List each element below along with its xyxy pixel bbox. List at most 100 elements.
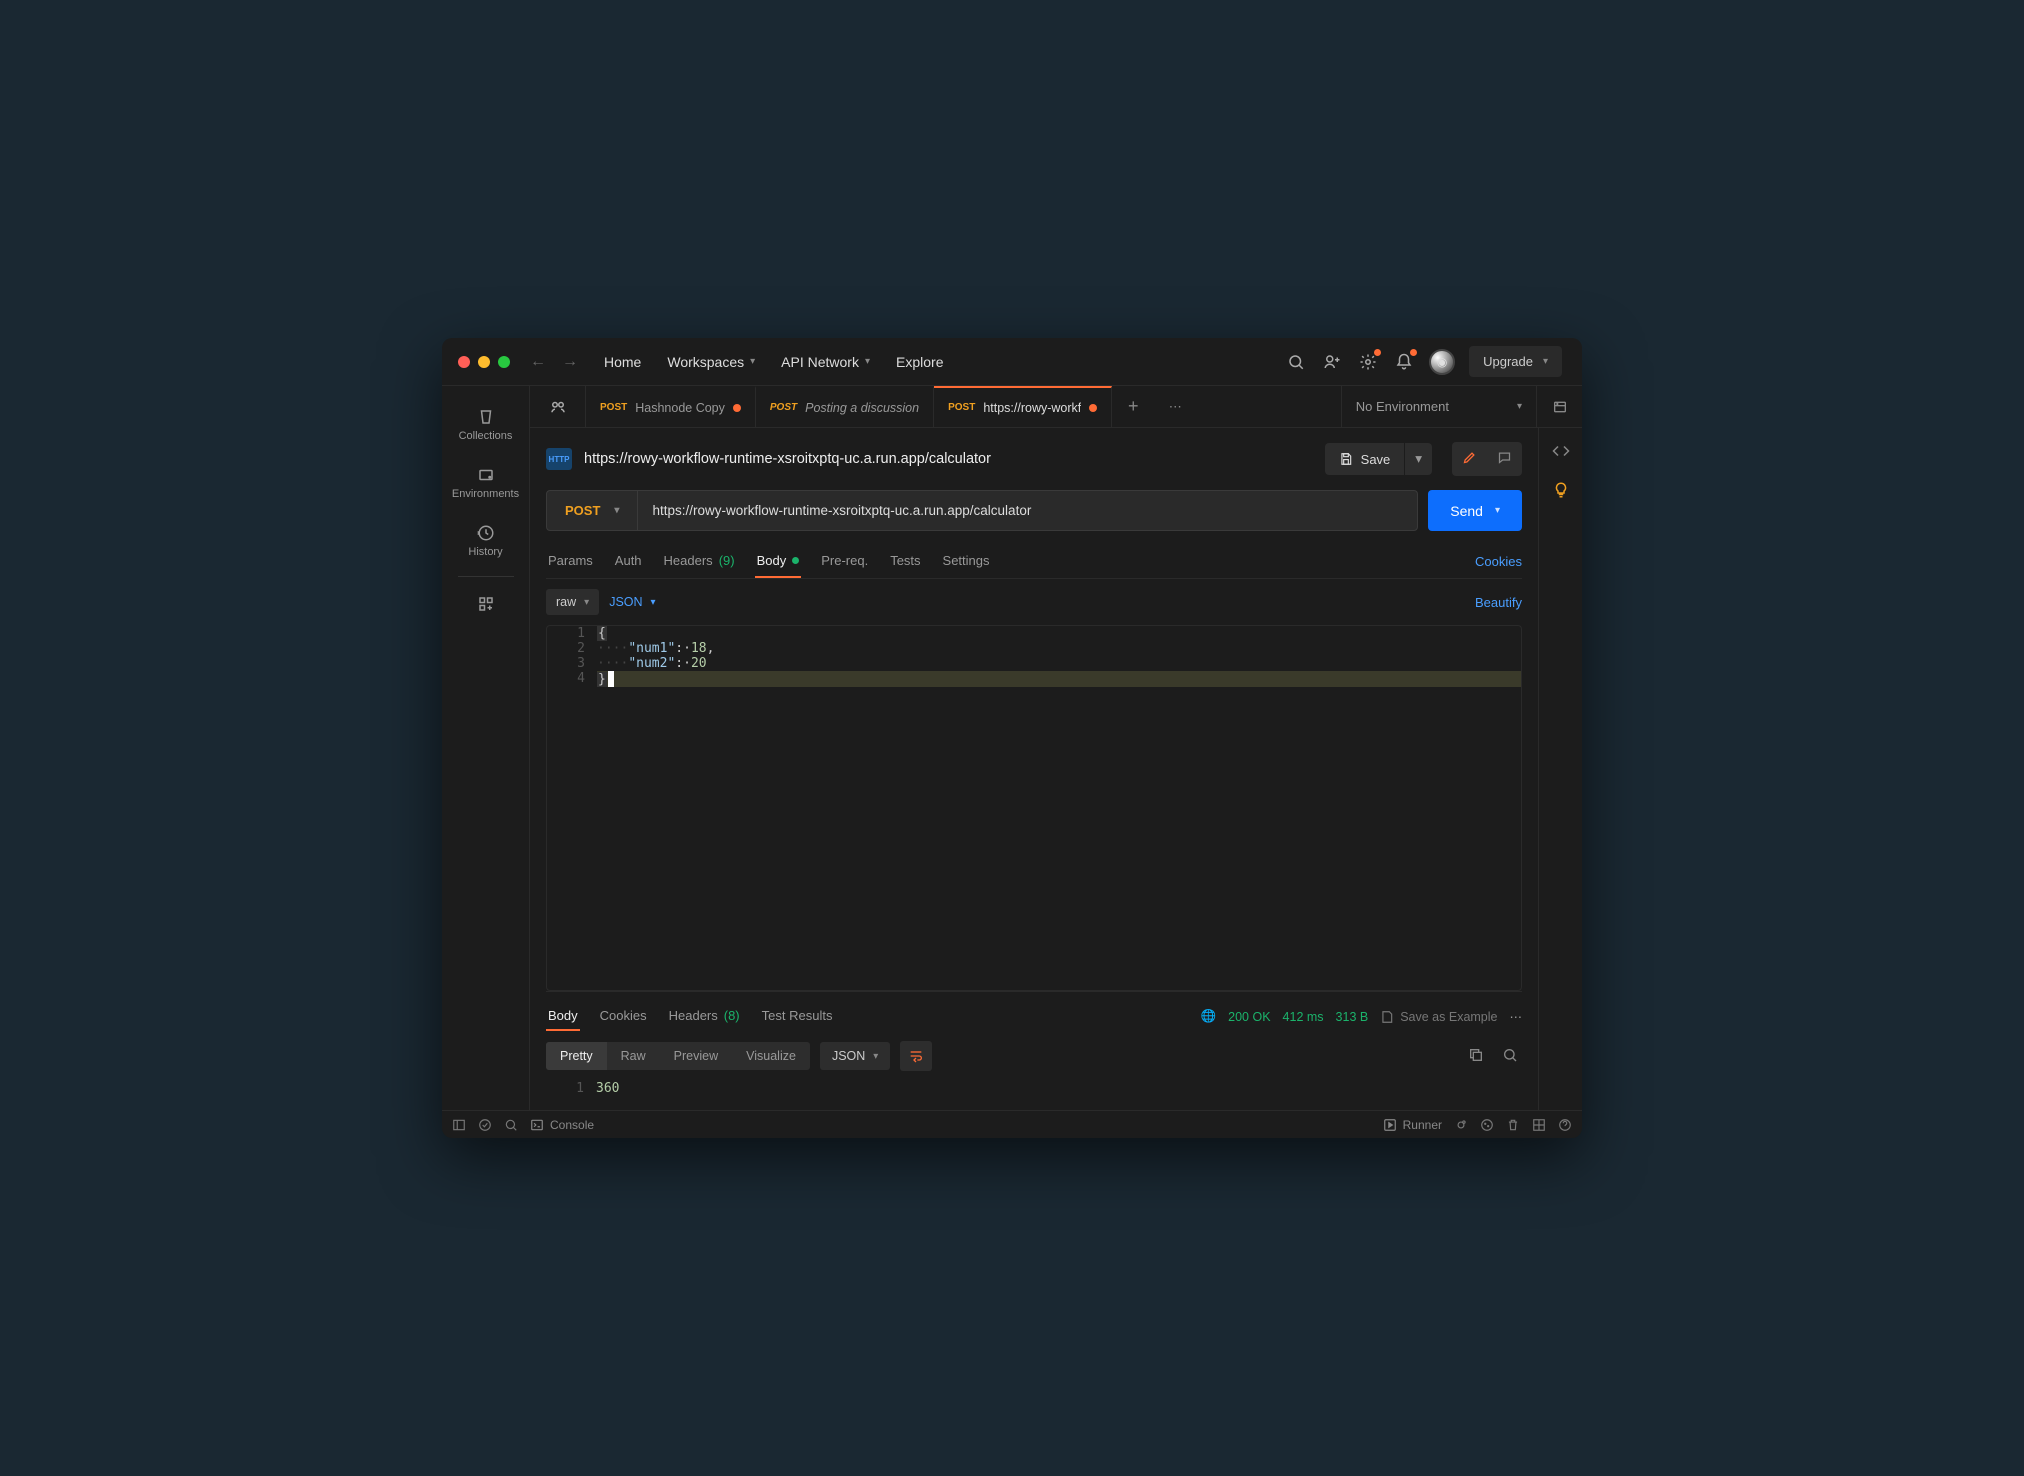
body-indicator	[792, 557, 799, 564]
response-type-label: JSON	[832, 1049, 865, 1063]
resp-tab-headers[interactable]: Headers (8)	[667, 1002, 742, 1031]
console-button[interactable]: Console	[530, 1118, 594, 1132]
tab-params[interactable]: Params	[546, 545, 595, 578]
view-pretty[interactable]: Pretty	[546, 1042, 607, 1070]
view-preview[interactable]: Preview	[660, 1042, 732, 1070]
response-type-select[interactable]: JSON▾	[820, 1042, 890, 1070]
send-button[interactable]: Send▾	[1428, 490, 1522, 531]
minimize-window[interactable]	[478, 356, 490, 368]
nav-menu: Home Workspaces▾ API Network ▾ Explore	[594, 348, 953, 376]
save-example-button[interactable]: Save as Example	[1380, 1010, 1497, 1024]
body-type-row: raw▾ JSON▾ Beautify	[546, 579, 1522, 625]
nav-explore[interactable]: Explore	[886, 348, 953, 376]
nav-workspaces-label: Workspaces	[667, 354, 744, 370]
settings-icon[interactable]	[1357, 351, 1379, 373]
response-body[interactable]: 1360	[546, 1081, 1522, 1096]
main-area: POST Hashnode Copy POST Posting a discus…	[530, 386, 1582, 1110]
workspace-switcher[interactable]	[530, 386, 586, 427]
tab-discussion[interactable]: POST Posting a discussion	[756, 386, 934, 427]
trash-icon[interactable]	[1506, 1118, 1520, 1132]
comment-button[interactable]	[1487, 442, 1522, 476]
copy-response-icon[interactable]	[1464, 1043, 1488, 1070]
sidebar: Collections Environments History	[442, 386, 530, 1110]
tab-prereq[interactable]: Pre-req.	[819, 545, 870, 578]
chevron-down-icon: ▾	[865, 356, 870, 367]
sidebar-collections[interactable]: Collections	[442, 396, 529, 454]
tab-headers[interactable]: Headers (9)	[662, 545, 737, 578]
search-response-icon[interactable]	[1498, 1043, 1522, 1070]
response-toolbar: Pretty Raw Preview Visualize JSON▾	[546, 1031, 1522, 1081]
wrap-lines-button[interactable]	[900, 1041, 932, 1071]
body-mode-select[interactable]: raw▾	[546, 589, 599, 615]
forward-button[interactable]: →	[558, 349, 582, 375]
layout-icon[interactable]	[1532, 1118, 1546, 1132]
beautify-button[interactable]: Beautify	[1475, 595, 1522, 610]
cookies-icon[interactable]	[1480, 1118, 1494, 1132]
invite-icon[interactable]	[1321, 351, 1343, 373]
request-body-editor[interactable]: 1{ 2····"num1":·18, 3····"num2":·20 4}	[546, 625, 1522, 991]
response-value: 360	[596, 1081, 619, 1096]
new-tab-button[interactable]: +	[1112, 386, 1154, 427]
edit-button[interactable]	[1452, 442, 1487, 476]
upgrade-button[interactable]: Upgrade▾	[1469, 346, 1562, 377]
chevron-down-icon: ▾	[584, 597, 589, 608]
tab-tests[interactable]: Tests	[888, 545, 922, 578]
chevron-down-icon: ▾	[1517, 401, 1522, 412]
url-row: POST▾ Send▾	[546, 490, 1522, 531]
user-avatar[interactable]: ◉	[1429, 349, 1455, 375]
sidebar-history[interactable]: History	[442, 512, 529, 570]
globe-icon[interactable]: 🌐	[1201, 1009, 1217, 1024]
tab-rowy[interactable]: POST https://rowy-workf	[934, 386, 1112, 427]
tab-body-label: Body	[757, 553, 787, 568]
capture-icon[interactable]	[1454, 1118, 1468, 1132]
code-icon[interactable]	[1552, 442, 1570, 463]
request-tabs: Params Auth Headers (9) Body Pre-req. Te…	[546, 545, 1522, 579]
method-select[interactable]: POST▾	[547, 491, 638, 530]
titlebar: ← → Home Workspaces▾ API Network ▾ Explor…	[442, 338, 1582, 386]
nav-home[interactable]: Home	[594, 348, 651, 376]
save-button[interactable]: Save	[1325, 443, 1405, 475]
url-box: POST▾	[546, 490, 1418, 531]
more-icon[interactable]: ⋯	[1510, 1009, 1523, 1024]
sidebar-toggle-icon[interactable]	[452, 1118, 466, 1132]
close-window[interactable]	[458, 356, 470, 368]
notifications-icon[interactable]	[1393, 351, 1415, 373]
tab-settings[interactable]: Settings	[941, 545, 992, 578]
url-input[interactable]	[638, 491, 1417, 530]
find-icon[interactable]	[504, 1118, 518, 1132]
search-icon[interactable]	[1285, 351, 1307, 373]
response-size: 313 B	[1336, 1010, 1369, 1024]
body-language-select[interactable]: JSON▾	[609, 595, 655, 609]
help-icon[interactable]	[1558, 1118, 1572, 1132]
window-controls	[458, 356, 510, 368]
nav-api-network[interactable]: API Network ▾	[771, 348, 880, 376]
response-tabs: Body Cookies Headers (8) Test Results 🌐 …	[546, 992, 1522, 1031]
resp-tab-cookies[interactable]: Cookies	[598, 1002, 649, 1031]
resp-tab-testresults[interactable]: Test Results	[760, 1002, 835, 1031]
save-dropdown[interactable]: ▾	[1404, 443, 1432, 475]
environment-quicklook[interactable]	[1536, 386, 1582, 427]
sync-icon[interactable]	[478, 1118, 492, 1132]
environment-select[interactable]: No Environment ▾	[1341, 386, 1536, 427]
nav-workspaces[interactable]: Workspaces▾	[657, 348, 765, 376]
tab-hashnode[interactable]: POST Hashnode Copy	[586, 386, 756, 427]
text-cursor	[608, 671, 614, 687]
maximize-window[interactable]	[498, 356, 510, 368]
back-button[interactable]: ←	[526, 349, 550, 375]
tab-body[interactable]: Body	[755, 545, 802, 578]
view-visualize[interactable]: Visualize	[732, 1042, 810, 1070]
settings-badge	[1374, 349, 1381, 356]
runner-button[interactable]: Runner	[1383, 1118, 1442, 1132]
view-raw[interactable]: Raw	[607, 1042, 660, 1070]
app-window: ← → Home Workspaces▾ API Network▾ Explor…	[442, 338, 1582, 1138]
nav-api-network-label: API Network	[781, 354, 859, 370]
sidebar-add[interactable]	[442, 583, 529, 625]
tabs-more-button[interactable]: ⋯	[1154, 386, 1196, 427]
resp-tab-body[interactable]: Body	[546, 1002, 580, 1031]
sidebar-environments[interactable]: Environments	[442, 454, 529, 512]
cookies-link[interactable]: Cookies	[1475, 546, 1522, 577]
notifications-badge	[1410, 349, 1417, 356]
save-icon	[1339, 452, 1353, 466]
hint-icon[interactable]	[1552, 481, 1570, 502]
tab-auth[interactable]: Auth	[613, 545, 644, 578]
